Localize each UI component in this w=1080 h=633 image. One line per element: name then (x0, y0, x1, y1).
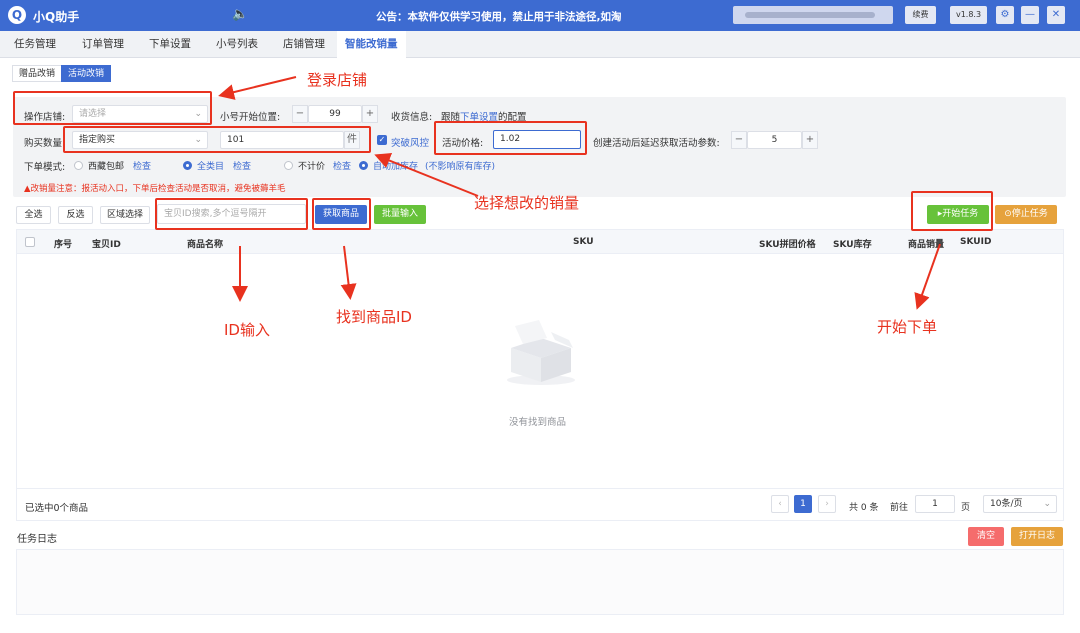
annotation-find-product: 找到商品ID (336, 308, 412, 326)
annotation-start-order: 开始下单 (877, 318, 938, 336)
annotation-choose-sales: 选择想改的销量 (474, 194, 580, 212)
annotation-id-input: ID输入 (224, 321, 270, 339)
annotation-login-shop: 登录店铺 (307, 71, 368, 89)
